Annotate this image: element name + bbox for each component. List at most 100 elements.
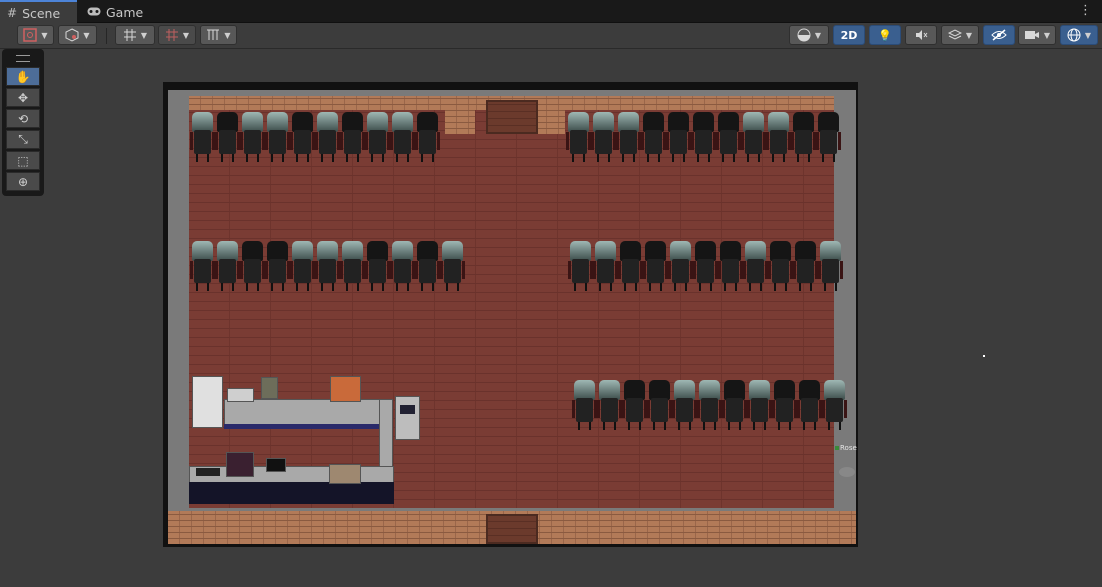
toggle-2d-button[interactable]: 2D bbox=[833, 25, 865, 45]
gizmos-dropdown[interactable]: ▼ bbox=[1060, 25, 1098, 45]
theater-seat bbox=[340, 112, 365, 164]
theater-seat bbox=[290, 241, 315, 293]
theater-seat bbox=[566, 112, 591, 164]
lightbulb-icon: 💡 bbox=[878, 28, 892, 42]
move-tool-button[interactable]: ✥ bbox=[6, 88, 40, 107]
mute-icon bbox=[916, 30, 928, 40]
theater-seat bbox=[415, 112, 440, 164]
theater-seat bbox=[822, 380, 847, 432]
theater-seat bbox=[215, 241, 240, 293]
effects-dropdown[interactable]: ▼ bbox=[941, 25, 979, 45]
theater-seat bbox=[791, 112, 816, 164]
lighting-toggle[interactable]: 💡 bbox=[869, 25, 901, 45]
theater-seat bbox=[618, 241, 643, 293]
rect-tool-button[interactable]: ⬚ bbox=[6, 151, 40, 170]
gamepad-icon bbox=[87, 5, 101, 19]
cash-register bbox=[196, 468, 220, 476]
window-tab-bar: # Scene Game ⋮ bbox=[0, 0, 1102, 24]
counter-base bbox=[189, 482, 394, 504]
theater-seat bbox=[693, 241, 718, 293]
seat-row bbox=[566, 112, 841, 164]
top-door bbox=[486, 100, 538, 134]
grid-snap-icon bbox=[123, 29, 136, 41]
atm-kiosk bbox=[395, 396, 420, 440]
rect-icon: ⬚ bbox=[17, 153, 29, 168]
align-dropdown[interactable]: ▼ bbox=[200, 25, 237, 45]
counter-trim bbox=[224, 424, 384, 429]
theater-seat bbox=[643, 241, 668, 293]
theater-seat bbox=[616, 112, 641, 164]
audio-toggle[interactable] bbox=[905, 25, 937, 45]
theater-seat bbox=[816, 112, 841, 164]
tab-scene-label: Scene bbox=[22, 5, 61, 21]
theater-seat bbox=[597, 380, 622, 432]
render-mode-dropdown[interactable]: ▼ bbox=[789, 25, 829, 45]
theater-seat bbox=[772, 380, 797, 432]
seat-row bbox=[190, 112, 440, 164]
snap-increment-icon bbox=[165, 29, 178, 41]
object-icon bbox=[839, 467, 855, 477]
snack-rack bbox=[226, 452, 254, 477]
theater-seat bbox=[240, 241, 265, 293]
camera-dropdown[interactable]: ▼ bbox=[1018, 25, 1056, 45]
wall-pillar-right bbox=[535, 96, 565, 134]
theater-seat bbox=[641, 112, 666, 164]
theater-seat bbox=[768, 241, 793, 293]
cursor-dot bbox=[983, 355, 985, 357]
theater-seat bbox=[691, 112, 716, 164]
theater-seat bbox=[718, 241, 743, 293]
side-counter bbox=[379, 399, 393, 469]
theater-seat bbox=[722, 380, 747, 432]
seat-row bbox=[572, 380, 847, 432]
scene-viewport[interactable]: Rose bbox=[163, 82, 858, 547]
gameobject-marker[interactable] bbox=[835, 446, 839, 450]
tool-palette: ✋ ✥ ⟲ ⤡ ⬚ ⊕ bbox=[2, 49, 44, 196]
fridge bbox=[192, 376, 223, 428]
visibility-toggle[interactable] bbox=[983, 25, 1015, 45]
scene-toolbar: ▼ ▼ ▼ ▼ ▼ ▼ 2D 💡 ▼ ▼ ▼ bbox=[0, 23, 1102, 49]
theater-seat bbox=[315, 112, 340, 164]
tab-scene[interactable]: # Scene bbox=[0, 0, 77, 24]
theater-seat bbox=[568, 241, 593, 293]
theater-seat bbox=[290, 112, 315, 164]
drink-dispenser bbox=[330, 376, 361, 402]
grid-snap-dropdown[interactable]: ▼ bbox=[115, 25, 155, 45]
theater-seat bbox=[190, 112, 215, 164]
theater-seat bbox=[390, 241, 415, 293]
theater-seat bbox=[622, 380, 647, 432]
increment-snap-dropdown[interactable]: ▼ bbox=[158, 25, 196, 45]
drag-handle-icon[interactable] bbox=[16, 55, 30, 62]
theater-seat bbox=[215, 112, 240, 164]
theater-seat bbox=[793, 241, 818, 293]
theater-seat bbox=[390, 112, 415, 164]
game-frame: Rose bbox=[168, 90, 857, 544]
tab-game-label: Game bbox=[106, 4, 144, 20]
transform-tool-button[interactable]: ⊕ bbox=[6, 172, 40, 191]
rotate-tool-button[interactable]: ⟲ bbox=[6, 109, 40, 128]
move-icon: ✥ bbox=[17, 90, 29, 105]
draw-mode-dropdown[interactable]: ▼ bbox=[17, 25, 54, 45]
shading-sphere-icon bbox=[797, 28, 811, 42]
gizmo-globe-icon bbox=[1067, 28, 1081, 42]
theater-seat bbox=[365, 112, 390, 164]
hidden-eye-icon bbox=[991, 29, 1007, 41]
grill bbox=[227, 388, 254, 402]
scale-tool-button[interactable]: ⤡ bbox=[6, 130, 40, 149]
more-options-icon[interactable]: ⋮ bbox=[1079, 3, 1092, 18]
shading-dropdown[interactable]: ▼ bbox=[58, 25, 97, 45]
theater-seat bbox=[593, 241, 618, 293]
theater-seat bbox=[572, 380, 597, 432]
hand-tool-button[interactable]: ✋ bbox=[6, 67, 40, 86]
wall-pillar-left bbox=[445, 96, 475, 134]
cube-icon bbox=[65, 28, 79, 42]
theater-seat bbox=[440, 241, 465, 293]
theater-seat bbox=[340, 241, 365, 293]
layers-icon bbox=[947, 29, 962, 40]
tab-game[interactable]: Game bbox=[80, 2, 150, 22]
draw-mode-icon bbox=[23, 28, 38, 42]
theater-seat bbox=[190, 241, 215, 293]
theater-seat bbox=[666, 112, 691, 164]
theater-seat bbox=[415, 241, 440, 293]
theater-seat bbox=[818, 241, 843, 293]
theater-seat bbox=[747, 380, 772, 432]
